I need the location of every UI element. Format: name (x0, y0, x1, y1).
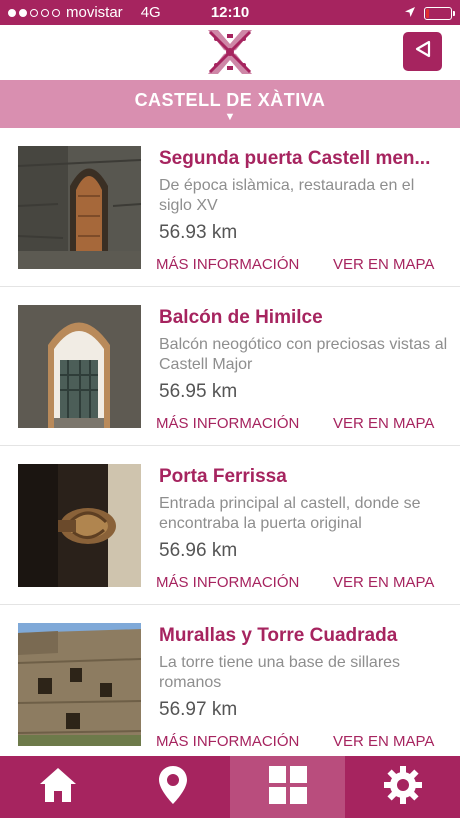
view-map-link[interactable]: VER EN MAPA (333, 415, 434, 432)
more-info-link[interactable]: MÁS INFORMACIÓN (156, 256, 299, 273)
nav-list[interactable] (230, 756, 345, 818)
item-thumbnail[interactable] (18, 305, 141, 428)
item-description: La torre tiene una base de sillares roma… (159, 654, 401, 691)
item-distance: 56.93 km (159, 222, 238, 243)
view-map-link[interactable]: VER EN MAPA (333, 733, 434, 750)
more-info-link[interactable]: MÁS INFORMACIÓN (156, 415, 299, 432)
section-title: CASTELL DE XÀTIVA (134, 90, 326, 110)
item-description: Entrada principal al castell, donde se e… (159, 495, 421, 532)
location-arrow-icon (404, 5, 416, 22)
more-info-link[interactable]: MÁS INFORMACIÓN (156, 733, 299, 750)
view-map-link[interactable]: VER EN MAPA (333, 256, 434, 273)
bottom-navigation (0, 756, 460, 818)
list-item: Porta Ferrissa Entrada principal al cast… (0, 446, 460, 605)
nav-map[interactable] (115, 756, 230, 818)
item-thumbnail[interactable] (18, 464, 141, 587)
home-icon (38, 766, 78, 809)
section-selector[interactable]: CASTELL DE XÀTIVA ▼ (0, 80, 460, 128)
item-distance: 56.97 km (159, 699, 238, 720)
points-of-interest-list: Segunda puerta Castell men... De época i… (0, 128, 460, 756)
more-info-link[interactable]: MÁS INFORMACIÓN (156, 574, 299, 591)
list-item: Murallas y Torre Cuadrada La torre tiene… (0, 605, 460, 756)
nav-home[interactable] (0, 756, 115, 818)
top-bar (0, 25, 460, 80)
back-arrow-icon (415, 40, 431, 63)
item-distance: 56.95 km (159, 381, 238, 402)
item-description: De época islàmica, restaurada en el sigl… (159, 177, 415, 214)
caret-down-icon: ▼ (224, 111, 236, 123)
gear-icon (383, 765, 423, 810)
item-description: Balcón neogótico con preciosas vistas al… (159, 336, 448, 373)
clock: 12:10 (210, 4, 250, 21)
status-bar: movistar 4G 12:10 (0, 0, 460, 25)
grid-icon (268, 765, 307, 809)
list-item: Balcón de Himilce Balcón neogótico con p… (0, 287, 460, 446)
battery-icon (424, 7, 455, 20)
item-title[interactable]: Segunda puerta Castell men... (159, 148, 449, 170)
back-button[interactable] (403, 32, 442, 71)
view-map-link[interactable]: VER EN MAPA (333, 574, 434, 591)
item-title[interactable]: Murallas y Torre Cuadrada (159, 625, 449, 647)
map-pin-icon (158, 765, 188, 810)
nav-settings[interactable] (345, 756, 460, 818)
item-distance: 56.96 km (159, 540, 238, 561)
item-thumbnail[interactable] (18, 146, 141, 269)
xativa-x-logo-icon (206, 29, 254, 75)
item-thumbnail[interactable] (18, 623, 141, 746)
item-title[interactable]: Balcón de Himilce (159, 307, 449, 329)
item-title[interactable]: Porta Ferrissa (159, 466, 449, 488)
list-item: Segunda puerta Castell men... De época i… (0, 128, 460, 287)
